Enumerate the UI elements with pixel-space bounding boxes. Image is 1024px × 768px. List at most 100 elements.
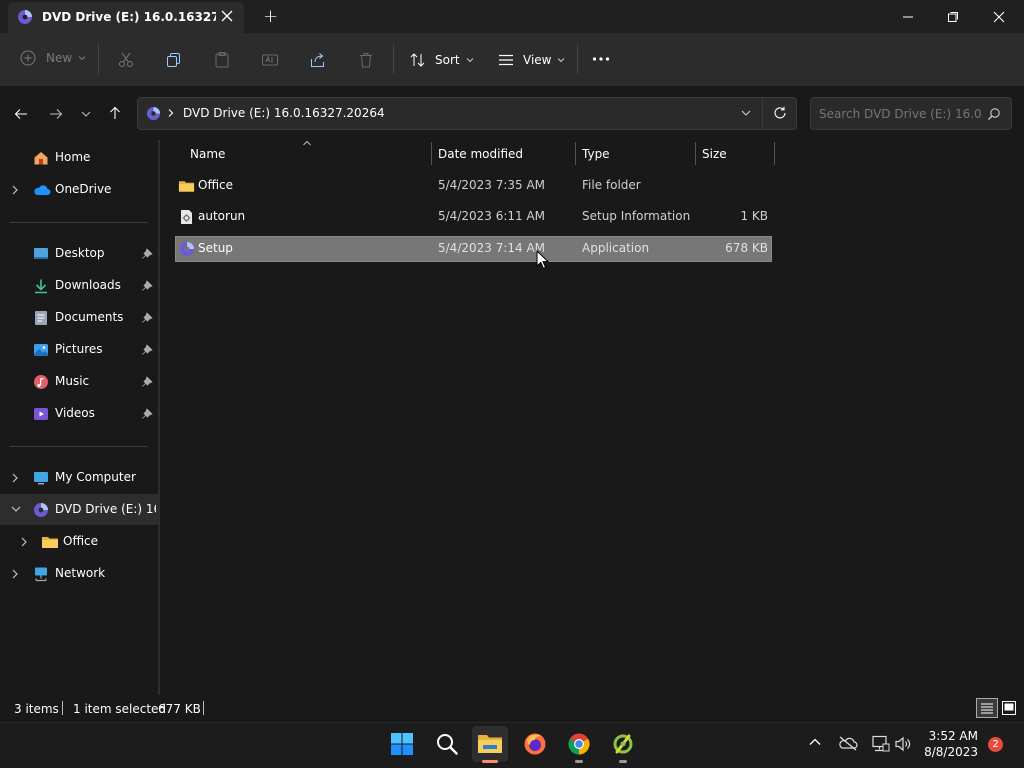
rename-icon[interactable] <box>261 51 279 69</box>
taskbar-firefox[interactable] <box>517 726 553 762</box>
setup-app-icon <box>179 241 195 257</box>
computer-icon <box>33 470 49 486</box>
status-selection-size: 677 KB <box>158 702 201 716</box>
firefox-icon <box>523 732 547 756</box>
breadcrumb-path[interactable]: DVD Drive (E:) 16.0.16327.20264 <box>183 106 385 120</box>
search-input[interactable] <box>819 105 983 123</box>
notification-badge[interactable]: 2 <box>988 737 1003 752</box>
dvd-drive-icon <box>17 9 33 25</box>
column-header-size[interactable]: Size <box>702 147 727 167</box>
minimize-button[interactable] <box>885 0 931 33</box>
green-app-icon <box>611 732 635 756</box>
file-row-selected[interactable]: Setup 5/4/2023 7:14 AM Application 678 K… <box>175 236 772 262</box>
nav-item-documents[interactable]: Documents <box>0 303 158 333</box>
video-icon <box>33 406 49 422</box>
running-app-indicator <box>619 760 627 763</box>
back-arrow-icon[interactable] <box>13 106 29 122</box>
nav-item-music[interactable]: Music <box>0 367 158 397</box>
file-row[interactable]: autorun 5/4/2023 6:11 AM Setup Informati… <box>175 204 772 230</box>
address-history-chevron-icon[interactable] <box>740 108 752 118</box>
view-button[interactable]: View <box>497 51 565 69</box>
recent-locations-chevron-icon[interactable] <box>80 109 92 119</box>
file-type: Application <box>582 241 650 255</box>
taskbar-file-explorer[interactable] <box>472 726 508 762</box>
status-item-count: 3 items <box>14 702 59 716</box>
file-size: 678 KB <box>725 241 768 255</box>
search-icon[interactable] <box>987 107 1001 121</box>
nav-item-videos[interactable]: Videos <box>0 399 158 429</box>
nav-item-onedrive[interactable]: OneDrive <box>0 175 158 205</box>
nav-item-dvd-drive[interactable]: DVD Drive (E:) 16.0.16327.20264 <box>0 494 158 525</box>
file-date: 5/4/2023 7:35 AM <box>438 178 546 192</box>
large-icons-view-icon[interactable] <box>1001 700 1017 716</box>
active-tab[interactable]: DVD Drive (E:) 16.0.16327.20264 <box>8 2 244 33</box>
share-icon[interactable] <box>309 51 327 69</box>
cut-icon[interactable] <box>117 51 135 69</box>
more-options-icon[interactable] <box>592 56 610 62</box>
new-button[interactable]: New <box>20 50 86 66</box>
active-app-indicator <box>482 760 498 763</box>
nav-label-home: Home <box>55 150 91 164</box>
clock-time[interactable]: 3:52 AM <box>922 729 978 743</box>
chevron-down-icon <box>557 56 565 64</box>
file-name: Setup <box>198 241 233 255</box>
windows-logo-icon <box>390 732 414 756</box>
paste-icon[interactable] <box>213 51 231 69</box>
maximize-button[interactable] <box>930 0 976 33</box>
column-divider[interactable] <box>431 142 432 165</box>
nav-item-desktop[interactable]: Desktop <box>0 239 158 269</box>
start-button[interactable] <box>384 726 420 762</box>
network-status-icon[interactable] <box>870 735 890 753</box>
refresh-icon[interactable] <box>772 105 788 121</box>
taskbar-chrome[interactable] <box>561 726 597 762</box>
sort-ascending-icon <box>302 140 312 146</box>
taskbar-app[interactable] <box>605 726 641 762</box>
taskbar-search-button[interactable] <box>429 726 465 762</box>
nav-item-my-computer[interactable]: My Computer <box>0 463 158 493</box>
chevron-down-icon <box>78 54 86 62</box>
desktop-icon <box>33 246 49 262</box>
expand-chevron-icon[interactable] <box>10 472 20 484</box>
column-header-type[interactable]: Type <box>582 147 610 167</box>
mouse-cursor-icon <box>536 250 549 270</box>
file-row[interactable]: Office 5/4/2023 7:35 AM File folder <box>175 173 772 199</box>
nav-label-onedrive: OneDrive <box>55 182 112 196</box>
column-divider[interactable] <box>575 142 576 165</box>
sort-button[interactable]: Sort <box>409 51 474 69</box>
column-header-date-modified[interactable]: Date modified <box>438 147 523 167</box>
column-divider[interactable] <box>695 142 696 165</box>
new-label: New <box>46 51 73 65</box>
copy-icon[interactable] <box>165 51 183 69</box>
column-divider[interactable] <box>774 142 775 165</box>
forward-arrow-icon[interactable] <box>48 106 64 122</box>
onedrive-offline-icon[interactable] <box>838 735 858 751</box>
nav-label-dvd-drive: DVD Drive (E:) 16.0.16327.20264 <box>55 502 156 516</box>
column-header-name[interactable]: Name <box>190 147 225 167</box>
nav-item-downloads[interactable]: Downloads <box>0 271 158 301</box>
clock-date[interactable]: 8/8/2023 <box>922 745 978 759</box>
nav-item-pictures[interactable]: Pictures <box>0 335 158 365</box>
details-view-icon[interactable] <box>976 698 998 718</box>
nav-item-network[interactable]: Network <box>0 559 158 589</box>
expand-chevron-icon[interactable] <box>19 536 29 548</box>
nav-item-office[interactable]: Office <box>0 527 158 557</box>
show-hidden-icons-chevron-icon[interactable] <box>808 737 822 747</box>
up-arrow-icon[interactable] <box>107 105 123 121</box>
status-divider <box>203 701 204 715</box>
nav-item-home[interactable]: Home <box>0 143 158 173</box>
search-box[interactable] <box>810 97 1012 130</box>
new-tab-button[interactable]: + <box>263 6 278 27</box>
toolbar-divider <box>98 44 99 74</box>
collapse-chevron-icon[interactable] <box>10 504 22 514</box>
music-icon <box>33 374 49 390</box>
delete-icon[interactable] <box>357 51 375 69</box>
sort-icon <box>409 51 427 69</box>
expand-chevron-icon[interactable] <box>10 184 20 196</box>
volume-icon[interactable] <box>894 735 912 753</box>
close-window-button[interactable] <box>976 0 1022 33</box>
expand-chevron-icon[interactable] <box>10 568 20 580</box>
status-selection: 1 item selected <box>73 702 167 716</box>
file-size: 1 KB <box>740 209 768 223</box>
running-app-indicator <box>575 760 583 763</box>
close-tab-icon[interactable] <box>220 9 234 23</box>
